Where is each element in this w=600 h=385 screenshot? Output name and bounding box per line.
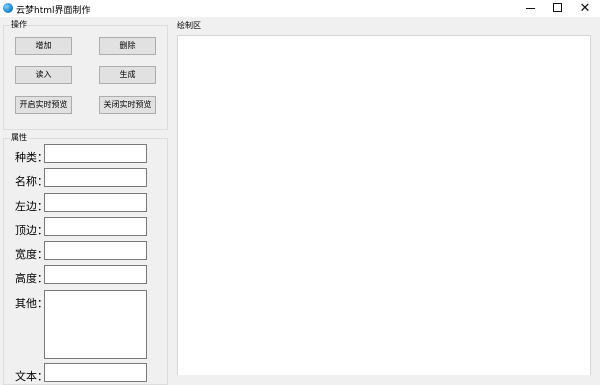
close-button[interactable]: ✕: [571, 0, 599, 17]
maximize-icon: [552, 2, 562, 12]
width-input[interactable]: [44, 241, 147, 260]
title-bar: 云梦html界面制作 ✕: [0, 0, 600, 17]
read-button[interactable]: 读入: [15, 66, 72, 84]
add-button[interactable]: 增加: [15, 37, 72, 55]
close-preview-button[interactable]: 关闭实时预览: [99, 96, 156, 114]
generate-button[interactable]: 生成: [99, 66, 156, 84]
window-title: 云梦html界面制作: [16, 6, 91, 16]
minimize-icon: [525, 7, 535, 9]
other-textarea[interactable]: [44, 290, 147, 359]
text-input[interactable]: [44, 363, 147, 382]
drawing-canvas[interactable]: [177, 35, 591, 375]
minimize-button[interactable]: [516, 0, 544, 17]
maximize-button[interactable]: [543, 0, 571, 17]
properties-group-label: 属性: [10, 132, 28, 143]
operations-group-label: 操作: [10, 19, 28, 30]
name-input[interactable]: [44, 168, 147, 187]
app-icon: [3, 3, 13, 13]
kind-input[interactable]: [44, 144, 147, 163]
close-icon: ✕: [579, 1, 591, 16]
drawing-area-label: 绘制区: [176, 20, 202, 31]
left-input[interactable]: [44, 193, 147, 212]
open-preview-button[interactable]: 开启实时预览: [15, 96, 72, 114]
height-input[interactable]: [44, 265, 147, 284]
delete-button[interactable]: 删除: [99, 37, 156, 55]
top-input[interactable]: [44, 217, 147, 236]
